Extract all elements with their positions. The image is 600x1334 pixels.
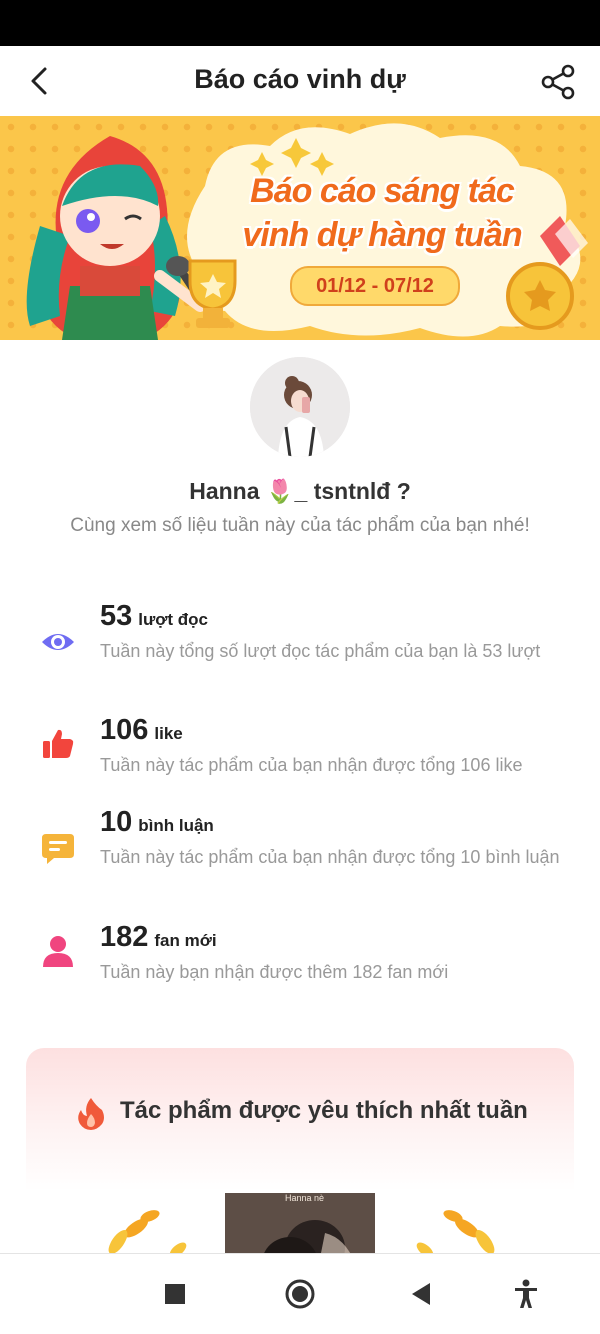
stat-comments-unit: bình luận xyxy=(138,816,214,835)
stat-comments-value: 10 bình luận xyxy=(100,806,214,838)
username: Hanna 🌷_ tsntnlđ ? xyxy=(189,478,411,504)
thumbs-up-icon xyxy=(43,729,74,758)
accessibility-icon[interactable] xyxy=(508,1276,544,1312)
stat-fans-value: 182 fan mới xyxy=(100,921,217,953)
stat-likes-unit: like xyxy=(154,724,183,743)
banner-title-line1: Báo cáo sáng tác xyxy=(250,172,515,210)
stat-fans-unit: fan mới xyxy=(154,931,217,950)
cover-label: Hanna nè xyxy=(285,1193,325,1203)
avatar-image xyxy=(250,357,350,457)
system-nav-bar xyxy=(0,1253,600,1334)
back-icon[interactable] xyxy=(403,1276,439,1312)
avatar[interactable] xyxy=(250,357,350,457)
favorite-work-title: Tác phẩm được yêu thích nhất tuần xyxy=(120,1097,528,1124)
weekly-report-banner: Báo cáo sáng tác vinh dự hàng tuần 01/12… xyxy=(0,116,600,340)
app-header: Báo cáo vinh dự xyxy=(0,46,600,116)
share-icon[interactable] xyxy=(538,62,578,102)
stat-comments-desc: Tuần này tác phẩm của bạn nhận được tổng… xyxy=(100,847,560,867)
page-title: Báo cáo vinh dự xyxy=(194,64,406,94)
date-range-badge: 01/12 - 07/12 xyxy=(290,266,460,306)
banner-title-line2: vinh dự hàng tuần xyxy=(242,216,522,254)
stat-fans-desc: Tuần này bạn nhận được thêm 182 fan mới xyxy=(100,962,449,982)
stat-reads-value: 53 lượt đọc xyxy=(100,600,208,632)
stat-likes-desc: Tuần này tác phẩm của bạn nhận được tổng… xyxy=(100,755,523,775)
home-icon[interactable] xyxy=(282,1276,318,1312)
eye-icon xyxy=(42,634,74,650)
user-icon xyxy=(43,936,73,967)
stat-reads-unit: lượt đọc xyxy=(138,610,208,629)
fire-icon xyxy=(78,1098,104,1130)
stat-reads-desc: Tuần này tổng số lượt đọc tác phẩm của b… xyxy=(100,641,541,661)
report-subtitle: Cùng xem số liệu tuần này của tác phẩm c… xyxy=(70,515,530,536)
comment-icon xyxy=(42,834,74,864)
recent-apps-icon[interactable] xyxy=(157,1276,193,1312)
status-bar xyxy=(0,0,600,46)
stat-likes-value: 106 like xyxy=(100,714,183,746)
